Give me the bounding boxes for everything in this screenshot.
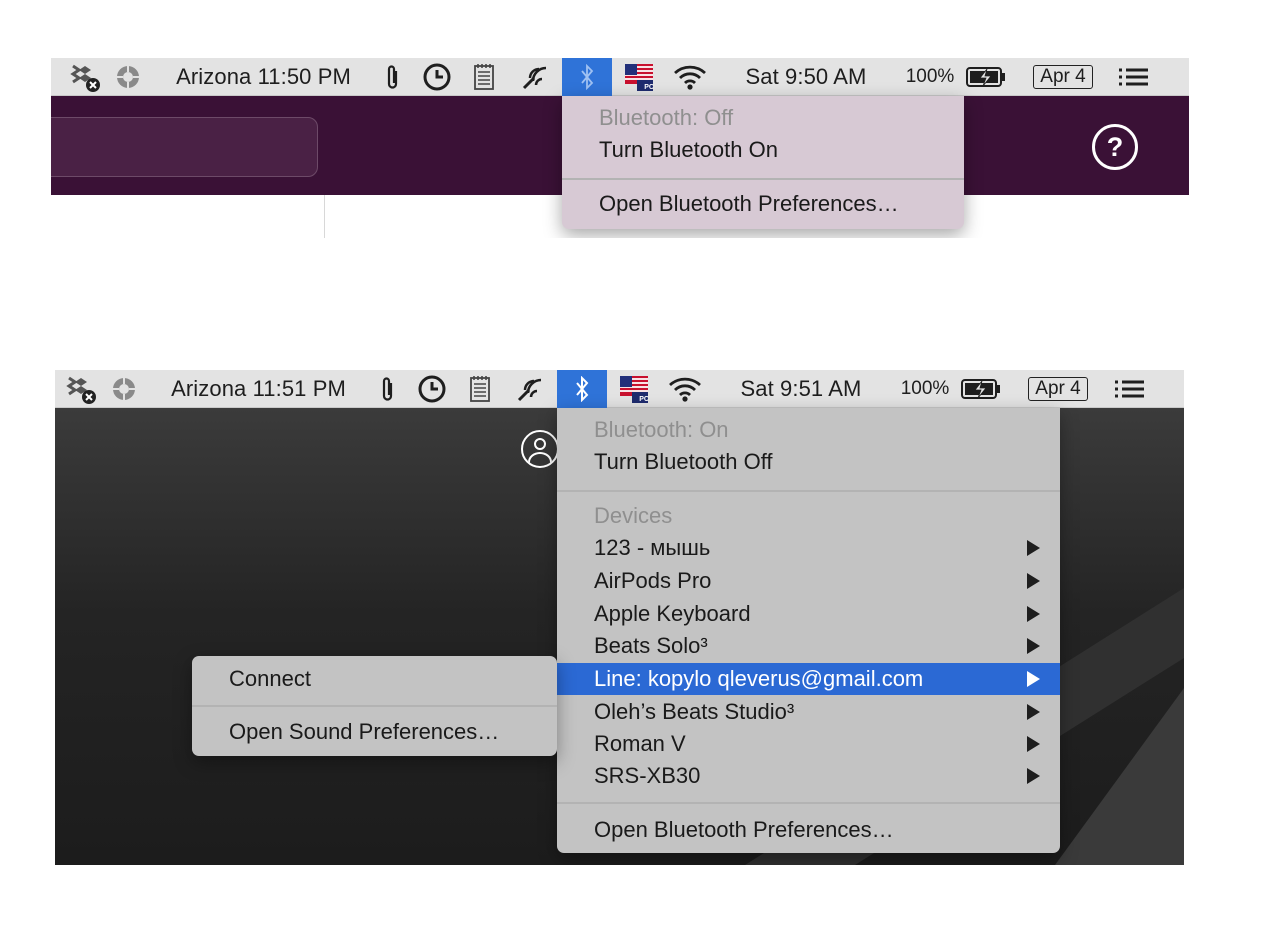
submenu-arrow-icon [1027,606,1040,622]
device-label: 123 - мышь [594,535,711,560]
date-badge[interactable]: Apr 4 [1026,58,1100,96]
device-submenu: Connect Open Sound Preferences… [192,656,557,756]
menu-bar: Arizona 11:50 PM PC Sat 9:50 AM 100% Apr… [51,58,1189,96]
user-account-icon[interactable] [521,430,559,468]
status-circle-icon[interactable] [113,58,143,96]
devices-header: Devices [594,503,673,528]
battery-percent[interactable]: 100% [902,58,958,96]
submenu-arrow-icon [1027,573,1040,589]
submenu-arrow-icon [1027,638,1040,654]
submenu-arrow-icon [1027,736,1040,752]
dropbox-icon[interactable] [63,370,99,408]
bluetooth-icon [581,64,594,90]
dropbox-icon[interactable] [67,58,103,96]
search-field[interactable] [51,117,318,177]
satellite-icon[interactable] [517,58,553,96]
submenu-arrow-icon [1027,540,1040,556]
battery-charging-icon[interactable] [958,370,1004,408]
date-badge[interactable]: Apr 4 [1021,370,1095,408]
bluetooth-menu: Bluetooth: Off Turn Bluetooth On Open Bl… [562,96,964,229]
bluetooth-status-header: Bluetooth: Off [599,105,734,130]
input-source-flag-icon[interactable]: PC [623,58,655,96]
device-label: SRS-XB30 [594,763,701,788]
device-label: Oleh’s Beats Studio³ [594,699,795,724]
device-item-apple-keyboard[interactable]: Apple Keyboard [557,598,1060,630]
flag-label: PC [639,396,649,403]
timezone-clock[interactable]: Arizona 11:51 PM [156,370,361,408]
turn-bluetooth-off-item[interactable]: Turn Bluetooth Off [557,446,1060,478]
input-source-flag-icon[interactable]: PC [618,370,650,408]
battery-charging-icon[interactable] [963,58,1009,96]
timezone-clock[interactable]: Arizona 11:50 PM [161,58,366,96]
wifi-icon[interactable] [664,370,706,408]
device-item-srs-xb30[interactable]: SRS-XB30 [557,760,1060,792]
help-icon: ? [1106,131,1124,162]
open-sound-preferences-item[interactable]: Open Sound Preferences… [192,716,557,748]
flag-label: PC [644,84,654,91]
screenshot-bluetooth-on: Arizona 11:51 PM PC Sat 9:51 AM 100% Apr… [55,370,1184,865]
open-bluetooth-preferences-item[interactable]: Open Bluetooth Preferences… [562,188,964,220]
battery-percent[interactable]: 100% [897,370,953,408]
notepad-icon[interactable] [465,370,495,408]
clock-icon[interactable] [419,58,455,96]
menu-separator [557,802,1060,804]
device-label: Beats Solo³ [594,633,708,658]
device-item-line-kopylo[interactable]: Line: kopylo qleverus@gmail.com [557,663,1060,695]
open-bluetooth-preferences-item[interactable]: Open Bluetooth Preferences… [557,814,1060,846]
bluetooth-menu-extra[interactable] [562,58,612,96]
status-circle-icon[interactable] [109,370,139,408]
device-item-123-mouse[interactable]: 123 - мышь [557,532,1060,564]
clock-icon[interactable] [414,370,450,408]
bluetooth-icon [576,376,589,402]
list-menu-icon[interactable] [1113,58,1153,96]
device-label: Line: kopylo qleverus@gmail.com [594,666,924,691]
bluetooth-menu-extra[interactable] [557,370,607,408]
bluetooth-status-header: Bluetooth: On [594,417,729,442]
content-divider [324,195,325,238]
turn-bluetooth-on-item[interactable]: Turn Bluetooth On [562,134,964,166]
bluetooth-menu: Bluetooth: On Turn Bluetooth Off Devices… [557,408,1060,853]
help-button[interactable]: ? [1092,124,1138,170]
paperclip-icon[interactable] [381,58,405,96]
connect-item[interactable]: Connect [192,663,557,695]
device-label: Roman V [594,731,686,756]
menubar-clock[interactable]: Sat 9:50 AM [731,58,881,96]
menu-bar: Arizona 11:51 PM PC Sat 9:51 AM 100% Apr… [55,370,1184,408]
menu-separator [192,705,557,707]
submenu-arrow-icon [1027,671,1040,687]
list-menu-icon[interactable] [1109,370,1149,408]
date-badge-label: Apr 4 [1028,377,1088,401]
notepad-icon[interactable] [469,58,499,96]
device-item-olehs-beats-studio[interactable]: Oleh’s Beats Studio³ [557,696,1060,728]
satellite-icon[interactable] [512,370,548,408]
device-item-airpods-pro[interactable]: AirPods Pro [557,565,1060,597]
menu-separator [562,178,964,180]
menubar-clock[interactable]: Sat 9:51 AM [726,370,876,408]
paperclip-icon[interactable] [376,370,400,408]
device-item-roman-v[interactable]: Roman V [557,728,1060,760]
screenshot-bluetooth-off: ? Arizona 11:50 PM PC Sat 9:50 AM 100% A… [51,58,1189,238]
device-label: Apple Keyboard [594,601,751,626]
date-badge-label: Apr 4 [1033,65,1093,89]
device-label: AirPods Pro [594,568,712,593]
submenu-arrow-icon [1027,768,1040,784]
wifi-icon[interactable] [669,58,711,96]
menu-separator [557,490,1060,492]
submenu-arrow-icon [1027,704,1040,720]
device-item-beats-solo[interactable]: Beats Solo³ [557,630,1060,662]
